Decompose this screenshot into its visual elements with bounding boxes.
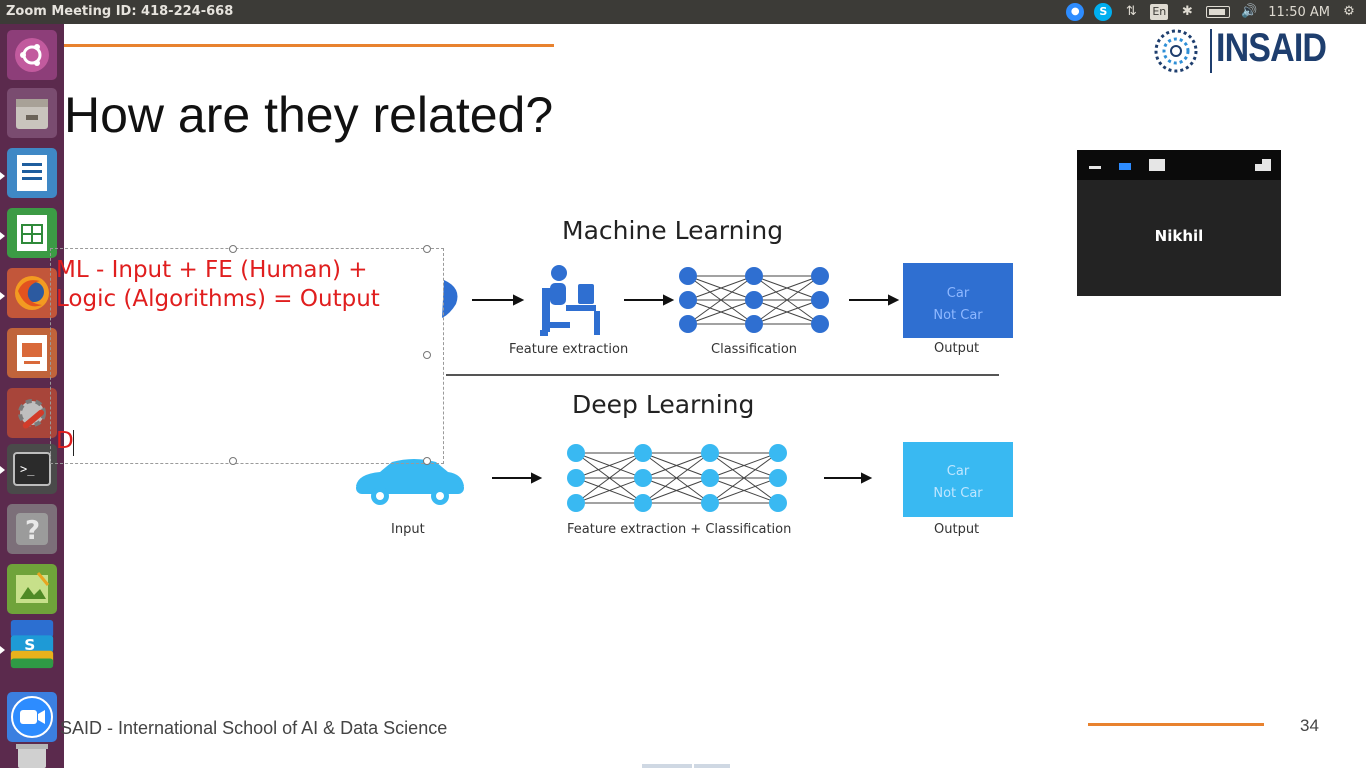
writer-document-icon <box>17 155 47 191</box>
writer-button[interactable] <box>7 148 57 198</box>
text-caret <box>73 430 74 456</box>
participant-name: Nikhil <box>1154 227 1204 245</box>
ubuntu-logo-icon <box>15 38 49 72</box>
insaid-logo: INSAID <box>1148 26 1327 76</box>
slide-title: How are they related? <box>64 87 554 143</box>
system-tray: ● S ⇅ En ✱ 🔊 11:50 AM ⚙ <box>1066 0 1358 24</box>
dl-output-label: Output <box>934 522 980 537</box>
ml-output-label: Output <box>934 341 980 356</box>
taskbar-fragment <box>694 764 730 768</box>
stacked-apps-button[interactable]: S <box>7 620 57 670</box>
dl-network-edges <box>575 452 779 504</box>
zoom-button[interactable] <box>7 692 57 742</box>
help-question-icon: ? <box>16 513 48 546</box>
presentation-slide: INSAID How are they related? Machine Lea… <box>50 24 1366 768</box>
resize-handle[interactable] <box>423 351 431 359</box>
feature-extraction-person-icon <box>540 265 600 336</box>
skype-icon[interactable]: S <box>1094 3 1113 21</box>
running-indicator <box>0 646 5 654</box>
dl-output-line2: Not Car <box>933 486 983 501</box>
file-cabinet-icon <box>16 99 48 129</box>
volume-icon[interactable]: 🔊 <box>1240 4 1258 20</box>
top-orange-rule <box>64 44 554 47</box>
ml-feature-extraction-label: Feature extraction <box>509 342 629 357</box>
running-indicator <box>0 292 5 300</box>
taskbar-fragment <box>642 764 692 768</box>
keyboard-layout-indicator[interactable]: En <box>1150 4 1169 20</box>
ml-vs-dl-diagram: Machine Learning Car Not Car Car Not Car… <box>344 210 1044 550</box>
network-arrows-icon[interactable]: ⇅ <box>1122 4 1140 20</box>
trash-button[interactable] <box>7 742 57 768</box>
ml-formula-line1: ML - Input + FE (Human) + <box>56 257 368 283</box>
battery-icon[interactable] <box>1206 6 1231 18</box>
terminal-prompt: >_ <box>20 462 35 476</box>
settings-wrench-icon <box>18 399 46 429</box>
dl-feature-classification-label: Feature extraction + Classification <box>567 522 792 537</box>
zoom-video-tile[interactable]: Nikhil <box>1077 150 1281 296</box>
dl-output-line1: Car <box>946 464 970 479</box>
resize-handle[interactable] <box>423 457 431 465</box>
typed-text[interactable]: D <box>56 428 74 454</box>
gear-icon[interactable]: ⚙ <box>1340 4 1358 20</box>
help-button[interactable]: ? <box>7 504 57 554</box>
files-button[interactable] <box>7 88 57 138</box>
image-viewer-icon <box>16 572 50 603</box>
ml-input-car-icon <box>442 280 458 318</box>
ml-output-line1: Car <box>946 286 970 301</box>
stacked-apps-icon: S <box>10 620 54 669</box>
running-indicator <box>0 466 5 474</box>
dl-section-title: Deep Learning <box>572 390 755 419</box>
firefox-icon <box>15 276 49 310</box>
slide-footer: SAID - International School of AI & Data… <box>60 718 448 738</box>
minimize-icon[interactable] <box>1089 166 1101 169</box>
exit-fullscreen-icon-notch <box>1255 159 1262 164</box>
trash-icon <box>16 744 48 768</box>
clock[interactable]: 11:50 AM <box>1268 5 1330 20</box>
zoom-icon[interactable]: ● <box>1066 3 1085 21</box>
bottom-orange-rule <box>1088 723 1264 726</box>
dl-input-label: Input <box>391 522 425 537</box>
bluetooth-icon[interactable]: ✱ <box>1178 4 1196 20</box>
slide-number: 34 <box>1300 716 1319 735</box>
logo-divider <box>1210 29 1212 73</box>
impress-presentation-icon <box>17 335 47 371</box>
gallery-view-icon[interactable] <box>1149 159 1165 171</box>
resize-handle[interactable] <box>229 457 237 465</box>
top-panel: Zoom Meeting ID: 418-224-668 ● S ⇅ En ✱ … <box>0 0 1366 24</box>
dl-input-car-icon <box>356 459 464 505</box>
logo-wordmark: INSAID <box>1216 26 1327 70</box>
zoom-video-icon <box>11 696 53 738</box>
ubuntu-dash-button[interactable] <box>7 30 57 80</box>
speaker-view-icon[interactable] <box>1119 163 1131 170</box>
ml-classification-label: Classification <box>711 342 798 357</box>
running-indicator <box>0 232 5 240</box>
running-indicator <box>0 172 5 180</box>
ml-formula-line2: Logic (Algorithms) = Output <box>56 286 380 312</box>
resize-handle[interactable] <box>423 245 431 253</box>
image-viewer-button[interactable] <box>7 564 57 614</box>
ml-formula-text[interactable]: ML - Input + FE (Human) + Logic (Algorit… <box>56 256 380 314</box>
help-glyph: ? <box>25 516 40 546</box>
ml-output-line2: Not Car <box>933 308 983 323</box>
terminal-icon: >_ <box>13 452 51 486</box>
resize-handle[interactable] <box>229 245 237 253</box>
window-title: Zoom Meeting ID: 418-224-668 <box>6 4 234 19</box>
calc-spreadsheet-icon <box>17 215 47 251</box>
insaid-logo-mark <box>1154 29 1198 73</box>
video-tile-toolbar <box>1077 150 1281 180</box>
